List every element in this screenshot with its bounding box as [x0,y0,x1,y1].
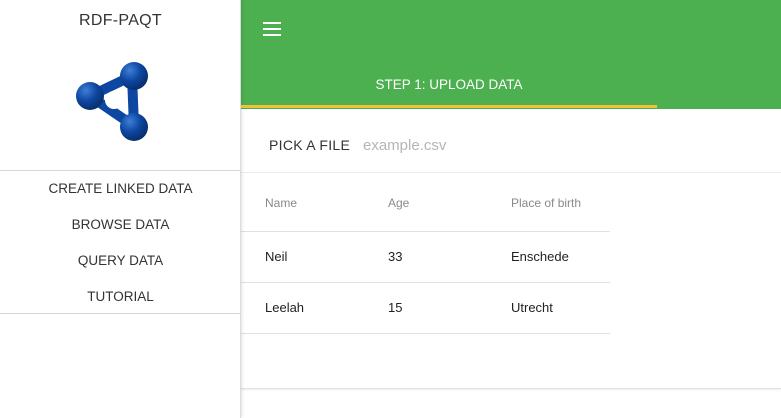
app-title: RDF-PAQT [79,12,162,29]
file-picker-row: PICK A FILE [241,109,781,173]
table-cell-place-of-birth: Utrecht [487,282,610,334]
tab-step-1-upload-data[interactable]: STEP 1: UPLOAD DATA [241,62,657,109]
table-cell-place-of-birth: Enschede [487,231,610,283]
table-cell-name: Neil [241,231,364,283]
data-preview-table: Name Age Place of birth Neil 33 Enschede… [241,175,610,334]
upload-panel: PICK A FILE Name Age Place of birth Neil… [241,109,781,389]
column-header-place-of-birth[interactable]: Place of birth [487,175,610,232]
sidebar: RDF-PAQT CREATE LINKED DATA BROWSE DATA … [0,0,241,418]
rdf-logo-icon [76,62,148,141]
sidebar-item-query-data[interactable]: QUERY DATA [0,243,241,279]
table-row: Neil 33 Enschede [241,231,610,283]
table-cell-age: 15 [364,282,487,334]
active-step-indicator [241,105,657,108]
file-name-input[interactable] [363,133,563,157]
table-cell-name: Leelah [241,282,364,334]
top-app-bar [241,0,781,62]
sidebar-nav: CREATE LINKED DATA BROWSE DATA QUERY DAT… [0,171,241,315]
sidebar-divider [0,313,241,314]
column-header-age[interactable]: Age [364,175,487,232]
sidebar-item-tutorial[interactable]: TUTORIAL [0,279,241,315]
pick-file-button[interactable]: PICK A FILE [269,137,350,153]
column-header-name[interactable]: Name [241,175,364,232]
table-cell-age: 33 [364,231,487,283]
hamburger-menu-icon[interactable] [263,21,283,37]
sidebar-item-create-linked-data[interactable]: CREATE LINKED DATA [0,171,241,207]
table-row: Leelah 15 Utrecht [241,282,610,334]
table-header-row: Name Age Place of birth [241,175,610,232]
stepper-bar: STEP 1: UPLOAD DATA [241,62,781,109]
sidebar-item-browse-data[interactable]: BROWSE DATA [0,207,241,243]
